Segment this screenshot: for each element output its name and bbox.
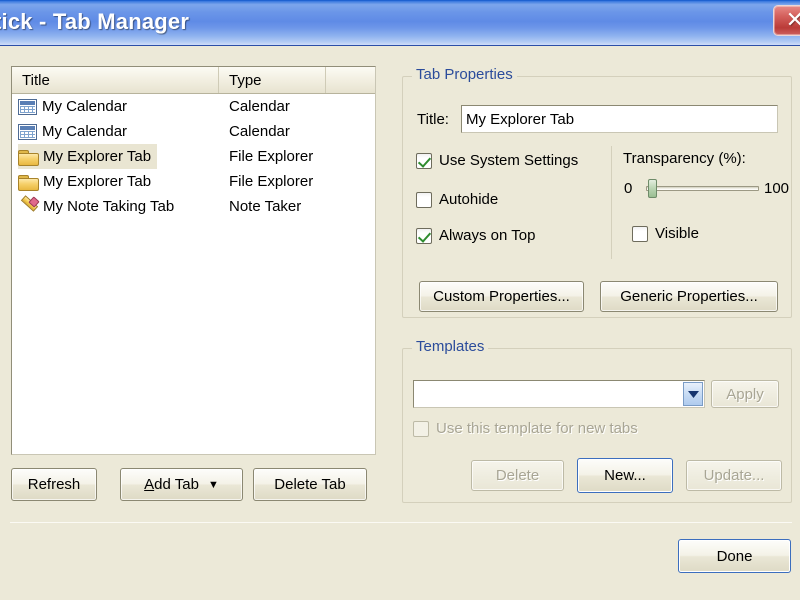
table-row[interactable]: My Calendar Calendar bbox=[12, 94, 375, 119]
tab-list-header: Title Type bbox=[12, 67, 375, 94]
tab-manager-window: tick - Tab Manager ✕ Title Type My Calen… bbox=[0, 0, 800, 600]
row-title-cell: My Calendar bbox=[18, 119, 133, 144]
use-system-settings-label: Use System Settings bbox=[439, 152, 579, 169]
close-icon: ✕ bbox=[785, 7, 800, 33]
checkbox-icon[interactable] bbox=[632, 225, 648, 242]
add-tab-label: dd Tab bbox=[154, 476, 199, 493]
apply-template-button[interactable]: Apply bbox=[711, 380, 779, 408]
row-title-cell: My Note Taking Tab bbox=[18, 194, 180, 219]
done-button[interactable]: Done bbox=[678, 539, 791, 573]
checkbox-icon[interactable] bbox=[413, 420, 429, 437]
transparency-min-label: 0 bbox=[624, 180, 633, 197]
delete-tab-button[interactable]: Delete Tab bbox=[253, 468, 367, 501]
always-on-top-label: Always on Top bbox=[439, 227, 536, 244]
window-titlebar: tick - Tab Manager ✕ bbox=[0, 0, 800, 46]
row-title-cell: My Explorer Tab bbox=[18, 144, 158, 169]
calendar-icon bbox=[18, 98, 37, 115]
refresh-button[interactable]: Refresh bbox=[11, 468, 97, 501]
checkbox-icon[interactable] bbox=[416, 191, 432, 208]
generic-properties-button[interactable]: Generic Properties... bbox=[600, 281, 778, 312]
add-tab-button[interactable]: Add Tab ▼ bbox=[120, 468, 243, 501]
table-row[interactable]: My Explorer Tab File Explorer bbox=[12, 169, 375, 194]
title-input[interactable]: My Explorer Tab bbox=[461, 105, 778, 133]
template-select[interactable] bbox=[413, 380, 705, 408]
column-header-extra[interactable] bbox=[326, 67, 375, 93]
checkbox-icon[interactable] bbox=[416, 152, 432, 169]
add-tab-accel: A bbox=[144, 476, 155, 493]
update-template-button[interactable]: Update... bbox=[686, 460, 782, 491]
row-type-cell: Calendar bbox=[229, 123, 290, 140]
column-header-title[interactable]: Title bbox=[12, 67, 219, 93]
footer-separator bbox=[10, 522, 792, 523]
visible-checkbox[interactable]: Visible bbox=[632, 225, 699, 242]
properties-divider bbox=[611, 146, 612, 259]
chevron-down-icon[interactable] bbox=[683, 382, 703, 406]
chevron-down-glyph bbox=[687, 390, 699, 398]
column-header-type[interactable]: Type bbox=[219, 67, 326, 93]
transparency-label: Transparency (%): bbox=[623, 150, 746, 167]
tab-list-body: My Calendar Calendar My Calendar Calenda… bbox=[12, 94, 375, 219]
row-title-text: My Calendar bbox=[42, 123, 128, 140]
close-button[interactable]: ✕ bbox=[773, 5, 800, 36]
row-title-text: My Note Taking Tab bbox=[43, 198, 175, 215]
table-row-selected[interactable]: My Explorer Tab File Explorer bbox=[12, 144, 375, 169]
row-type-cell: Calendar bbox=[229, 98, 290, 115]
templates-legend: Templates bbox=[412, 338, 489, 355]
new-template-button[interactable]: New... bbox=[577, 458, 673, 493]
use-template-for-new-tabs-checkbox[interactable]: Use this template for new tabs bbox=[413, 420, 638, 437]
table-row[interactable]: My Calendar Calendar bbox=[12, 119, 375, 144]
tab-list[interactable]: Title Type My Calendar Calendar My Calen… bbox=[11, 66, 376, 455]
delete-template-button[interactable]: Delete bbox=[471, 460, 564, 491]
autohide-checkbox[interactable]: Autohide bbox=[416, 191, 498, 208]
calendar-icon bbox=[18, 123, 37, 140]
row-type-cell: File Explorer bbox=[229, 148, 314, 165]
title-label: Title: bbox=[417, 111, 449, 128]
checkbox-icon[interactable] bbox=[416, 227, 432, 244]
row-type-cell: Note Taker bbox=[229, 198, 302, 215]
row-title-text: My Explorer Tab bbox=[43, 148, 152, 165]
row-title-cell: My Calendar bbox=[18, 94, 133, 119]
row-title-text: My Explorer Tab bbox=[43, 173, 152, 190]
use-template-for-new-tabs-label: Use this template for new tabs bbox=[436, 420, 638, 437]
folder-icon bbox=[18, 149, 39, 166]
table-row[interactable]: My Note Taking Tab Note Taker bbox=[12, 194, 375, 219]
tab-properties-legend: Tab Properties bbox=[412, 66, 517, 83]
transparency-slider-thumb[interactable] bbox=[648, 179, 657, 198]
row-title-text: My Calendar bbox=[42, 98, 128, 115]
autohide-label: Autohide bbox=[439, 191, 499, 208]
chevron-down-icon: ▼ bbox=[207, 478, 219, 491]
window-title: tick - Tab Manager bbox=[0, 9, 190, 34]
custom-properties-button[interactable]: Custom Properties... bbox=[419, 281, 584, 312]
transparency-max-label: 100 bbox=[764, 180, 790, 197]
row-type-cell: File Explorer bbox=[229, 173, 314, 190]
pencil-icon bbox=[18, 198, 38, 215]
row-title-cell: My Explorer Tab bbox=[18, 169, 157, 194]
transparency-slider-track[interactable] bbox=[646, 186, 759, 191]
always-on-top-checkbox[interactable]: Always on Top bbox=[416, 227, 535, 244]
use-system-settings-checkbox[interactable]: Use System Settings bbox=[416, 152, 578, 169]
folder-icon bbox=[18, 174, 39, 191]
visible-label: Visible bbox=[655, 225, 699, 242]
